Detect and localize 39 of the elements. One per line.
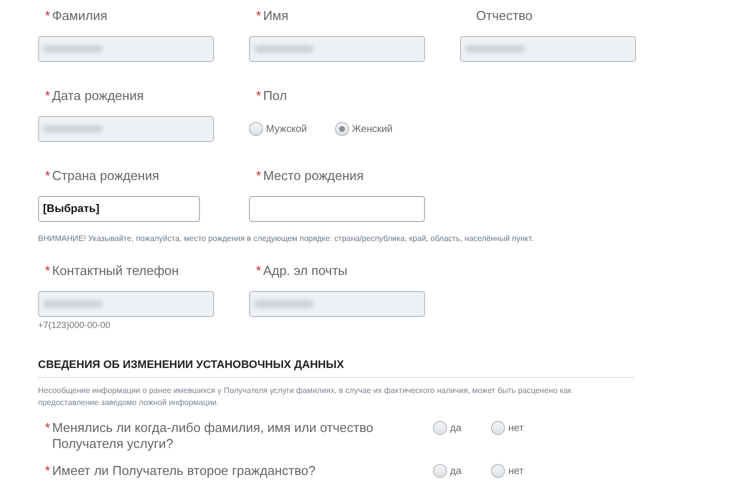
required-asterisk: * [45, 262, 50, 280]
required-asterisk: * [256, 7, 262, 25]
radio-option[interactable]: нет [491, 464, 524, 478]
select-field[interactable]: [Выбрать] [38, 196, 200, 222]
required-asterisk: * [45, 7, 50, 25]
radio-button[interactable] [249, 122, 263, 136]
field-label: Страна рождения [52, 167, 160, 185]
radio-option[interactable]: нет [491, 420, 524, 436]
field-label: Контактный телефон [52, 262, 179, 280]
input-field[interactable] [249, 196, 425, 222]
radio-option[interactable]: да [433, 464, 462, 478]
question-text: Имеет ли Получатель второе гражданство? [52, 463, 317, 479]
question-text: Менялись ли когда-либо фамилия, имя или отчество Получателя услуги? [52, 420, 374, 452]
field-label: Пол [263, 87, 287, 105]
radio-option[interactable]: Мужской [249, 122, 307, 136]
required-asterisk: * [256, 167, 262, 185]
radio-button[interactable] [433, 464, 447, 478]
field-label: Имя [263, 7, 288, 25]
field-label: Фамилия [52, 7, 108, 25]
radio-button[interactable] [334, 122, 349, 136]
field-hint: +7(123)000-00-00 [38, 319, 112, 332]
field-label: Отчество [476, 7, 533, 25]
required-asterisk: * [45, 87, 50, 105]
section-note: Несообщение информации о ранее имевшихся у Получателя услуги фамилиях, в случае их фактического наличия, может быть расценено как предоставление заведомо ложной информации. [38, 385, 572, 409]
field-label: Место рождения [263, 167, 364, 185]
radio-button[interactable] [491, 421, 506, 435]
field-label: Дата рождения [52, 87, 144, 105]
radio-option[interactable]: да [433, 420, 462, 436]
required-asterisk: * [45, 420, 50, 436]
radio-option[interactable]: Женский [334, 122, 393, 136]
required-asterisk: * [256, 262, 262, 280]
required-asterisk: * [256, 87, 262, 105]
required-asterisk: * [45, 167, 50, 185]
radio-button[interactable] [433, 421, 447, 435]
field-label: Адр. эл почты [263, 262, 348, 280]
section-title: СВЕДЕНИЯ ОБ ИЗМЕНЕНИИ УСТАНОВОЧНЫХ ДАННЫХ [38, 356, 634, 378]
warning-note: ВНИМАНИЕ! Указывайте, пожалуйста, место рождения в следующем порядке: страна/республика, край, область, населённый пункт. [38, 233, 534, 245]
radio-button[interactable] [491, 464, 506, 478]
required-asterisk: * [45, 463, 50, 479]
